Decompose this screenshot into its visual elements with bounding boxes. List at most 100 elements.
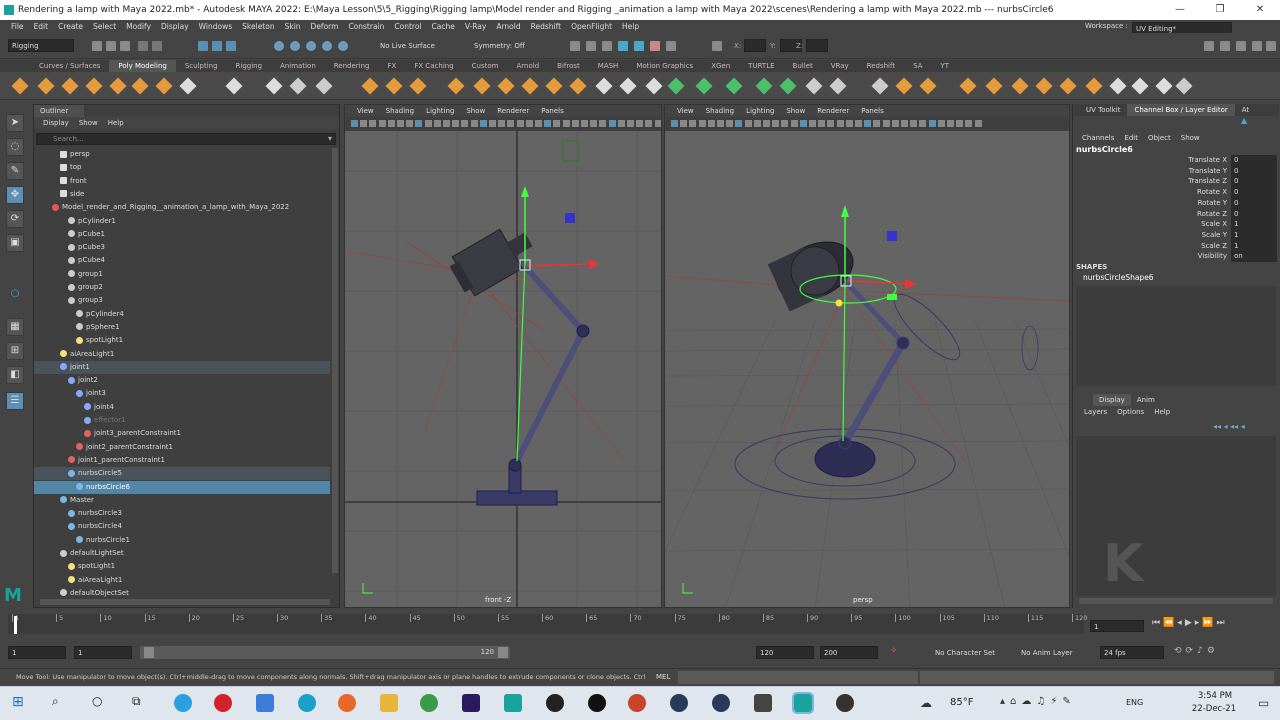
render-view-icon[interactable] [634,41,644,51]
store-taskbar-icon[interactable] [256,694,274,712]
viewport-toolbar-6-icon[interactable] [397,120,404,127]
last-tool-icon[interactable]: ○ [6,286,24,304]
close-button[interactable]: ✕ [1240,0,1280,20]
viewport-toolbar-27-icon[interactable] [910,120,918,127]
ipr-render-icon[interactable] [586,41,596,51]
viewport-toolbar-21-icon[interactable] [535,120,542,127]
viewport-toolbar-33-icon[interactable] [965,120,973,127]
viewport-toolbar-32-icon[interactable] [956,120,964,127]
time-slider[interactable]: 1 5 10 15 20 25 30 35 40 45 50 55 60 65 70 75 80 85 90 95 10… [0,610,1280,638]
menu-deform[interactable]: Deform [306,20,344,33]
menu-skeleton[interactable]: Skeleton [237,20,279,33]
outliner-row[interactable]: joint3_parentConstraint1 [34,427,330,440]
viewport-toolbar-5-icon[interactable] [387,120,395,127]
viewport-toolbar-33-icon[interactable] [645,120,653,127]
channel-attr-value[interactable]: on [1231,251,1277,263]
outliner-menu-show[interactable]: Show [74,117,103,129]
outliner-row[interactable]: spotLight1 [34,560,330,573]
outliner-row[interactable]: joint3 [34,387,330,400]
viewport-toolbar-30-icon[interactable] [937,120,945,127]
channel-menu-object[interactable]: Object [1143,132,1176,144]
save-scene-icon[interactable] [120,41,130,51]
app-taskbar-icon-6[interactable] [836,694,854,712]
viewport-toolbar-17-icon[interactable] [818,120,826,127]
x-field[interactable] [744,39,766,52]
viewport-toolbar-15-icon[interactable] [479,120,487,127]
ipr-pause-icon[interactable] [666,41,676,51]
outliner-row[interactable]: nurbsCircle5 [34,467,330,481]
shelf-tab-rigging[interactable]: Rigging [227,60,272,72]
app-taskbar-icon-1[interactable] [546,694,564,712]
outliner-row[interactable]: side [34,188,330,201]
hypershade-icon[interactable] [618,41,628,51]
viewport-toolbar-12-icon[interactable] [452,120,460,127]
app-taskbar-icon-4[interactable] [712,694,730,712]
shelf-tab-custom[interactable]: Custom [463,60,508,72]
channel-attr-value[interactable]: 1 [1231,240,1277,252]
shelf-tab-curves---surfaces[interactable]: Curves / Surfaces [30,60,109,72]
front-view-scene[interactable] [345,131,662,608]
snap-point-icon[interactable] [306,41,316,51]
viewport-toolbar-8-icon[interactable] [415,120,423,127]
channel-attr-value[interactable]: 0 [1231,197,1277,209]
viewport-toolbar-22-icon[interactable] [864,120,872,127]
viewport-toolbar-11-icon[interactable] [763,120,770,127]
notifications-icon[interactable]: ▭ [1258,696,1269,710]
viewport-menu-renderer[interactable]: Renderer [811,105,855,117]
telegram-taskbar-icon[interactable] [174,694,192,712]
viewport-toolbar-4-icon[interactable] [698,120,706,127]
range-tool-icons[interactable]: ⟲⟳♪⚙ [1174,646,1274,659]
channel-attr-row[interactable]: Rotate X 0 [1073,187,1279,199]
outliner-row[interactable]: joint1_parentConstraint1 [34,454,330,467]
outliner-row[interactable]: nurbsCircle6 [34,480,330,494]
range-start-field[interactable]: 1 [74,646,132,659]
file-explorer-taskbar-icon[interactable] [380,694,398,712]
viewport-menu-view[interactable]: View [351,105,380,117]
viewport-toolbar-23-icon[interactable] [553,120,561,127]
symmetry-label[interactable]: Symmetry: Off [474,42,525,50]
outliner-row[interactable]: group1 [34,268,330,281]
viewport-toolbar-5-icon[interactable] [707,120,715,127]
viewport-toolbar-19-icon[interactable] [836,120,844,127]
channel-attr-value[interactable]: 0 [1231,176,1277,188]
viewport-toolbar-28-icon[interactable] [919,120,927,127]
layer-menu-help[interactable]: Help [1149,406,1175,418]
range-left-handle[interactable] [144,647,154,658]
start-frame-field[interactable]: 1 [8,646,66,659]
viewport-menu-lighting[interactable]: Lighting [740,105,780,117]
channel-menu-edit[interactable]: Edit [1119,132,1143,144]
shape-node-name[interactable]: nurbsCircleShape6 [1083,273,1154,282]
viewport-toolbar-12-icon[interactable] [772,120,780,127]
move-tool-icon[interactable]: ✥ [6,186,24,204]
outliner-row[interactable]: joint1 [34,360,330,374]
outliner-layout-icon[interactable]: ☰ [6,392,24,410]
outliner-row[interactable]: joint2_parentConstraint1 [34,441,330,454]
outliner-scrollbar[interactable] [332,148,338,573]
viewport-toolbar-7-icon[interactable] [406,120,414,127]
outliner-row[interactable]: pCube1 [34,228,330,241]
viewport-menu-renderer[interactable]: Renderer [491,105,535,117]
outliner-row[interactable]: pCylinder1 [34,215,330,228]
channel-attr-row[interactable]: Translate Y 0 [1073,165,1279,177]
viewport-toolbar-26-icon[interactable] [581,120,588,127]
app-taskbar-icon-2[interactable] [588,694,606,712]
viewport-toolbar-26-icon[interactable] [901,120,908,127]
viewport-toolbar-16-icon[interactable] [489,120,496,127]
viewport-toolbar-20-icon[interactable] [525,120,533,127]
viewport-menu-lighting[interactable]: Lighting [420,105,460,117]
layer-tab-anim[interactable]: Anim [1131,394,1161,406]
viewport-toolbar-18-icon[interactable] [507,120,515,127]
open-scene-icon[interactable] [106,41,116,51]
rotate-tool-icon[interactable]: ⟳ [6,210,24,228]
anim-end-field[interactable]: 200 [820,646,878,659]
outliner-row[interactable]: group2 [34,281,330,294]
outliner-menu-help[interactable]: Help [103,117,129,129]
minimize-button[interactable]: — [1160,0,1200,20]
channel-attr-row[interactable]: Rotate Y 0 [1073,197,1279,209]
viewport-toolbar-11-icon[interactable] [443,120,450,127]
viewport-toolbar-32-icon[interactable] [636,120,644,127]
shelf-tab-sculpting[interactable]: Sculpting [176,60,227,72]
fps-select[interactable]: 24 fps [1100,646,1164,659]
channel-attr-value[interactable]: 0 [1231,208,1277,220]
shelf-tab-arnold[interactable]: Arnold [508,60,549,72]
